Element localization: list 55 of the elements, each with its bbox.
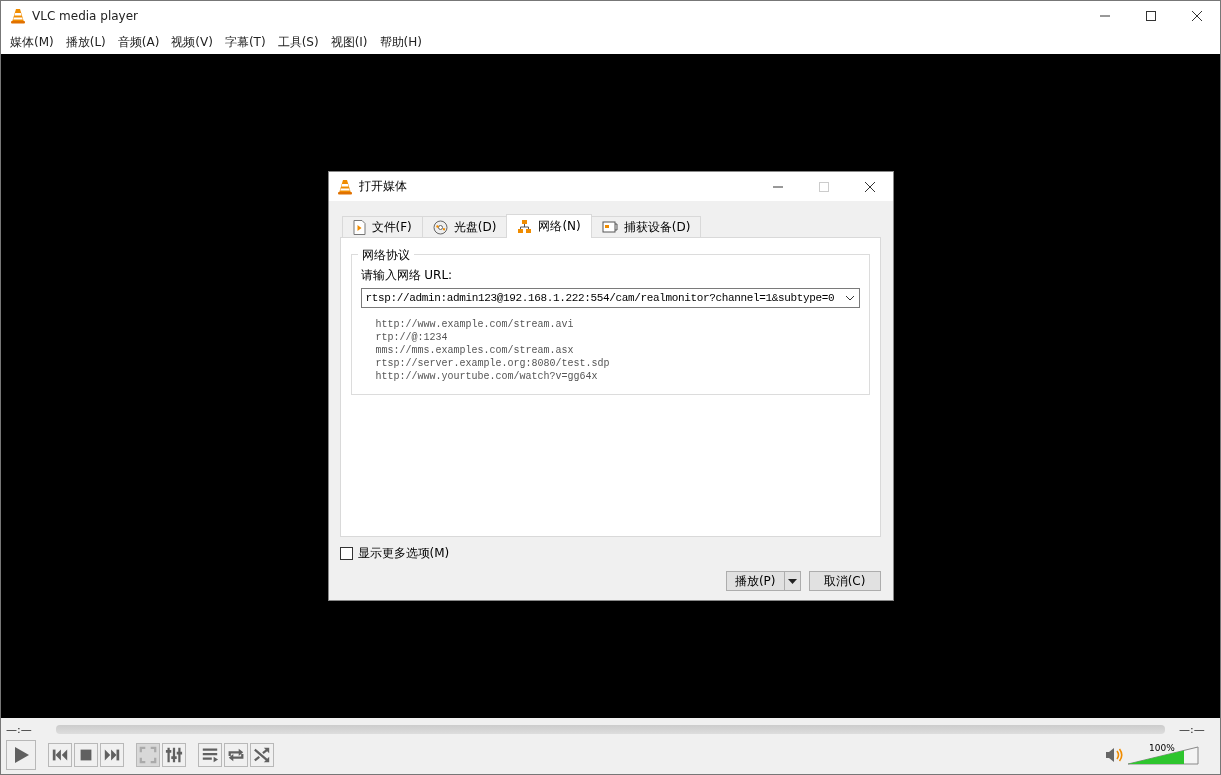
menu-item[interactable]: 音频(A) <box>111 33 166 51</box>
close-icon <box>864 181 875 192</box>
total-time: —:— <box>1179 722 1206 736</box>
play-button[interactable]: 播放(P) <box>725 571 784 591</box>
control-button[interactable] <box>6 740 36 770</box>
document-icon <box>352 219 366 235</box>
menu-item[interactable]: 媒体(M) <box>4 33 60 51</box>
tab[interactable]: 光盘(D) <box>421 216 508 237</box>
maximize-icon <box>1146 10 1156 21</box>
menu-item[interactable]: 帮助(H) <box>373 33 428 51</box>
shuffle-icon <box>253 746 271 764</box>
playlist-icon <box>201 746 219 764</box>
menu-item[interactable]: 字幕(T) <box>218 33 272 51</box>
equalizer-icon <box>165 746 183 764</box>
tab[interactable]: 捕获设备(D) <box>590 216 702 237</box>
menu-item[interactable]: 视图(I) <box>324 33 374 51</box>
disc-icon <box>432 219 448 235</box>
tab[interactable]: 文件(F) <box>341 216 423 237</box>
url-field[interactable]: rtsp://admin:admin123@192.168.1.222:554/cam/realmonitor?channel=1&subtype=0 <box>360 288 860 308</box>
tab[interactable]: 网络(N) <box>506 214 592 238</box>
dialog-title: 打开媒体 <box>358 178 408 195</box>
checkbox-label: 显示更多选项(M) <box>357 545 450 562</box>
volume-slider[interactable]: 100% <box>1127 745 1199 765</box>
control-button[interactable] <box>162 743 186 767</box>
control-button[interactable] <box>74 743 98 767</box>
menu-item[interactable]: 播放(L) <box>59 33 112 51</box>
checkbox[interactable] <box>339 547 353 560</box>
caret-icon <box>787 578 797 584</box>
control-button[interactable] <box>250 743 274 767</box>
group-title: 网络协议 <box>357 247 414 264</box>
vlc-cone-icon <box>336 178 353 195</box>
loop-icon <box>227 746 245 764</box>
elapsed-time: —:— <box>6 722 33 736</box>
example-url: http://www.yourtube.com/watch?v=gg64x <box>375 370 599 383</box>
capture-card-icon <box>601 220 618 234</box>
network-icon <box>517 219 533 234</box>
example-url: rtsp://server.example.org:8080/test.sdp <box>375 357 611 370</box>
example-url: http://www.example.com/stream.avi <box>375 318 575 331</box>
close-icon <box>1192 10 1202 21</box>
fullscreen-icon <box>139 746 157 764</box>
example-url: rtp://@:1234 <box>375 331 449 344</box>
control-button[interactable] <box>198 743 222 767</box>
url-label: 请输入网络 URL: <box>360 267 454 284</box>
cancel-button[interactable]: 取消(C) <box>808 571 881 591</box>
vlc-cone-icon <box>10 7 26 24</box>
speaker-icon <box>1105 747 1123 763</box>
menu-item[interactable]: 工具(S) <box>271 33 325 51</box>
volume-reading: 100% <box>1149 743 1175 753</box>
control-button[interactable] <box>224 743 248 767</box>
control-button[interactable] <box>48 743 72 767</box>
window-title: VLC media player <box>32 8 139 23</box>
maximize-icon <box>818 181 829 192</box>
menu-item[interactable]: 视频(V) <box>165 33 219 51</box>
control-button[interactable] <box>100 743 124 767</box>
example-url: mms://mms.examples.com/stream.asx <box>375 344 575 357</box>
